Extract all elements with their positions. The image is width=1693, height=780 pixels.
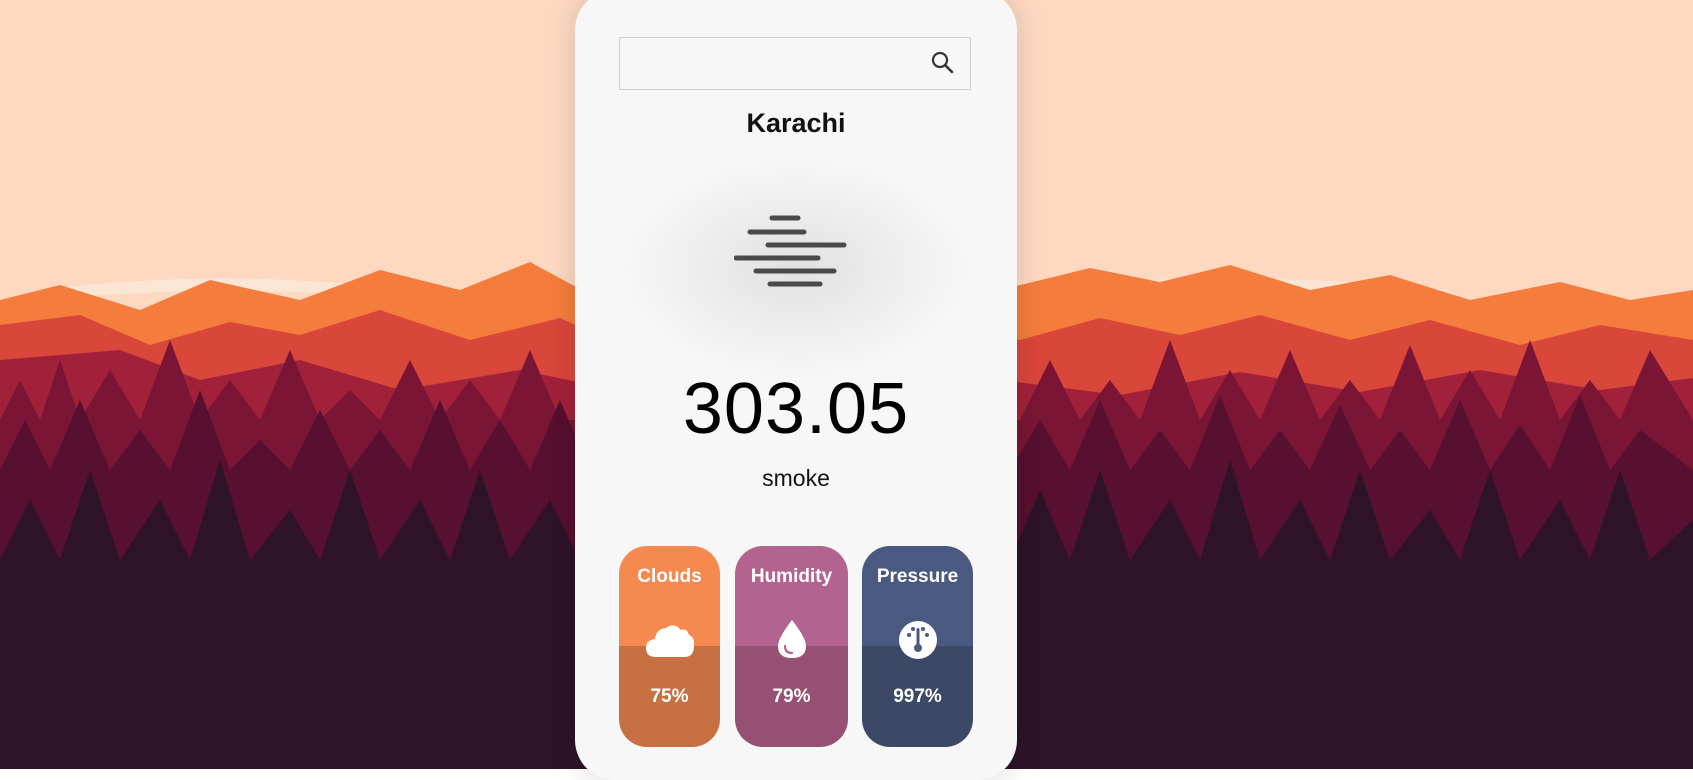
humidity-label: Humidity <box>750 566 833 587</box>
gauge-icon <box>898 621 937 659</box>
cloud-icon <box>645 625 694 657</box>
weather-description: smoke <box>762 465 830 491</box>
search-input[interactable] <box>620 38 910 89</box>
smoke-haze-icon <box>734 215 847 287</box>
city-name: Karachi <box>746 108 846 138</box>
pressure-label: Pressure <box>876 566 959 587</box>
search-icon <box>931 51 954 74</box>
clouds-label: Clouds <box>637 566 702 587</box>
water-drop-icon <box>777 620 806 658</box>
temperature-value: 303.05 <box>682 369 910 449</box>
clouds-value: 75% <box>650 686 689 707</box>
pressure-value: 997% <box>893 686 942 707</box>
weather-card: Karachi 303.05 smoke Clouds 75% Humidity… <box>575 0 1017 780</box>
humidity-stat-card: Humidity 79% <box>735 546 848 747</box>
search-bar <box>619 37 971 90</box>
humidity-value: 79% <box>772 686 811 707</box>
search-button[interactable] <box>928 48 958 78</box>
clouds-stat-card: Clouds 75% <box>619 546 720 747</box>
pressure-stat-card: Pressure 997% <box>862 546 973 747</box>
